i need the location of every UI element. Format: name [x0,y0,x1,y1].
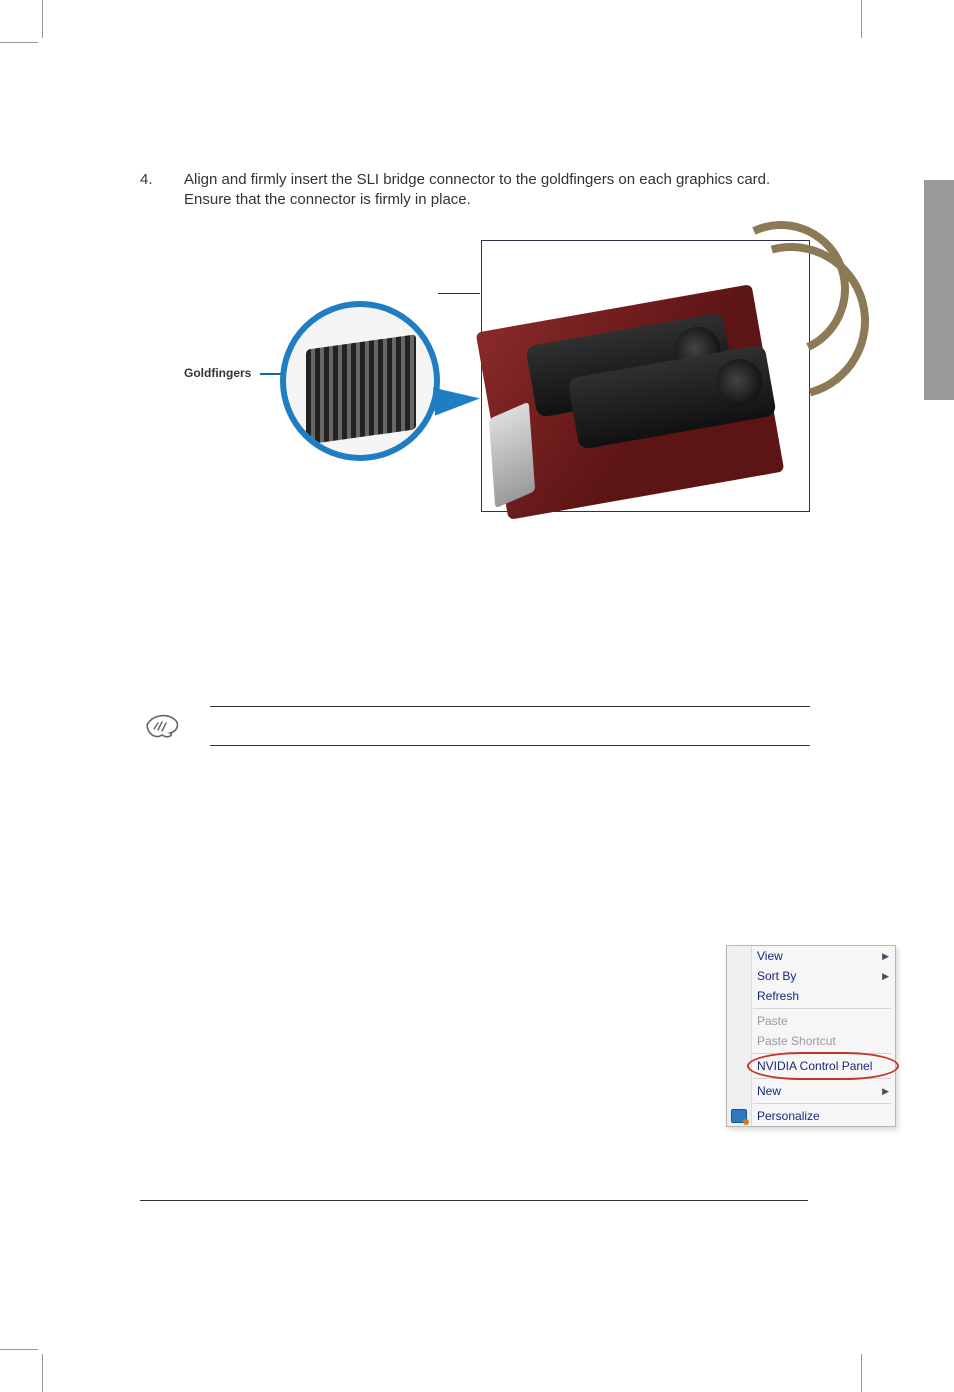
ctxmenu-label: Paste [757,1014,788,1028]
submenu-arrow-icon: ▶ [882,971,889,982]
ctxmenu-item-nvidia-control-panel[interactable]: NVIDIA Control Panel [727,1056,895,1076]
ctxmenu-item-view[interactable]: View ▶ [727,946,895,966]
ctxmenu-label: Sort By [757,969,796,983]
ctxmenu-label: Refresh [757,989,799,1003]
crop-mark [861,0,862,38]
ctxmenu-item-personalize[interactable]: Personalize [727,1106,895,1126]
step-text: Align and firmly insert the SLI bridge c… [184,170,810,211]
crop-mark [42,0,43,38]
submenu-arrow-icon: ▶ [882,1086,889,1097]
instruction-step: 4. Align and firmly insert the SLI bridg… [140,170,810,211]
ctxmenu-label: View [757,949,783,963]
ctxmenu-label: Paste Shortcut [757,1034,836,1048]
ctxmenu-item-paste: Paste [727,1011,895,1031]
callout-label-goldfingers: Goldfingers [184,366,251,380]
note-block [140,706,810,746]
ctxmenu-item-paste-shortcut: Paste Shortcut [727,1031,895,1051]
step-number: 4. [140,170,184,211]
crop-mark [42,1354,43,1392]
ctxmenu-label: New [757,1084,781,1098]
crop-mark [861,1354,862,1392]
zoom-lens-icon [280,301,440,461]
personalize-icon [731,1109,747,1123]
callout-leader-line [438,293,480,294]
ctxmenu-item-refresh[interactable]: Refresh [727,986,895,1006]
ctxmenu-separator [753,1103,891,1104]
figure-sli-install: Goldfingers [140,256,810,566]
note-hand-icon [144,711,182,741]
ctxmenu-separator [753,1008,891,1009]
windows-context-menu: View ▶ Sort By ▶ Refresh Paste Paste Sho… [726,945,896,1127]
footer-rule [140,1200,808,1201]
crop-mark [0,1349,38,1350]
lens-pointer-icon [433,384,481,415]
motherboard-photo [481,240,810,512]
side-tab [924,180,954,400]
note-rule-lines [210,706,810,746]
ctxmenu-item-sort-by[interactable]: Sort By ▶ [727,966,895,986]
page-content: 4. Align and firmly insert the SLI bridg… [140,170,810,746]
ctxmenu-separator [753,1078,891,1079]
ctxmenu-label: NVIDIA Control Panel [757,1059,872,1073]
crop-mark [0,42,38,43]
ctxmenu-label: Personalize [757,1109,820,1123]
submenu-arrow-icon: ▶ [882,951,889,962]
ctxmenu-separator [753,1053,891,1054]
ctxmenu-item-new[interactable]: New ▶ [727,1081,895,1101]
